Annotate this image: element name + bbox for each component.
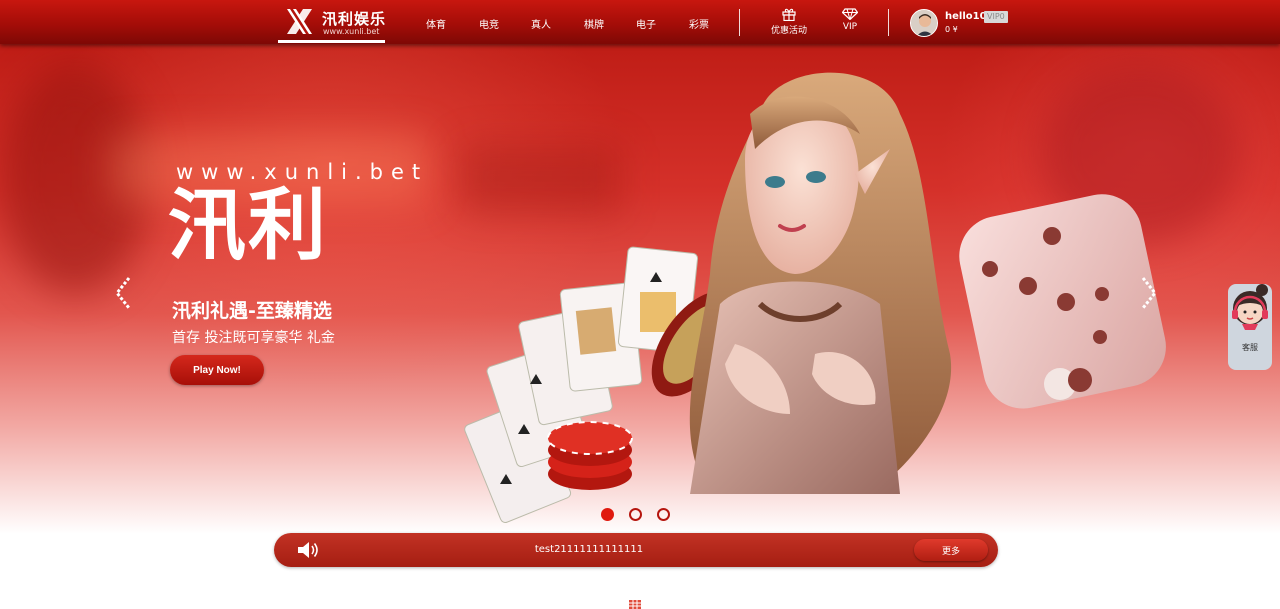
announcement-bar: test21111111111111 更多: [274, 533, 998, 567]
customer-service-label: 客服: [1242, 343, 1258, 352]
hero-banner[interactable]: www.xunli.bet 汛利 汛利礼遇-至臻精选 首存 投注既可享豪华 礼金…: [0, 44, 1280, 534]
nav-item-esports[interactable]: 电竞: [479, 16, 499, 31]
hero-subtext: 首存 投注既可享豪华 礼金: [172, 330, 335, 346]
user-avatar-icon: [911, 10, 937, 36]
nav-item-slots[interactable]: 电子: [636, 16, 656, 31]
nav-divider: [739, 9, 740, 36]
nav-item-live-casino[interactable]: 真人: [531, 16, 551, 31]
logo-url: www.xunli.bet: [323, 27, 380, 36]
username[interactable]: hello10: [945, 11, 987, 22]
slide-dot-3[interactable]: [657, 508, 670, 521]
slide-dot-1[interactable]: [601, 508, 614, 521]
hero-brand-title: 汛利: [168, 181, 329, 271]
vip-label: VIP: [842, 22, 858, 32]
vip-level-badge: VIP0: [984, 11, 1008, 23]
user-divider: [888, 9, 889, 36]
announcement-text[interactable]: test21111111111111: [274, 544, 874, 555]
next-slide-arrow-icon[interactable]: [1139, 275, 1159, 311]
slide-dot-2[interactable]: [629, 508, 642, 521]
vip-link[interactable]: VIP: [838, 8, 862, 32]
promo-label: 优惠活动: [770, 26, 807, 36]
prev-slide-arrow-icon[interactable]: [113, 275, 133, 311]
nav-item-chess-cards[interactable]: 棋牌: [584, 16, 604, 31]
diamond-icon: [842, 8, 858, 20]
nav-item-sports[interactable]: 体育: [426, 16, 446, 31]
grid-icon: [629, 600, 641, 609]
hero-illustration: [464, 72, 1166, 523]
character: [689, 72, 952, 494]
play-now-button[interactable]: Play Now!: [170, 355, 264, 385]
more-button[interactable]: 更多: [914, 539, 988, 561]
logo-x-icon: [287, 9, 312, 34]
hero-headline: 汛利礼遇-至臻精选: [172, 300, 332, 322]
logo-underline: [278, 40, 385, 43]
top-nav-bar: 汛利娱乐 www.xunli.bet 体育 电竞 真人 棋牌 电子 彩票 优惠活…: [0, 0, 1280, 44]
balance: 0 ¥: [945, 25, 958, 34]
logo[interactable]: 汛利娱乐 www.xunli.bet: [278, 0, 385, 43]
logo-name: 汛利娱乐: [322, 10, 387, 28]
slide-dots: [600, 508, 680, 522]
gift-icon: [782, 8, 796, 21]
customer-service-agent-icon: [1232, 284, 1268, 330]
customer-service-widget[interactable]: 客服: [1228, 284, 1272, 370]
avatar[interactable]: [910, 9, 938, 37]
promo-link[interactable]: 优惠活动: [768, 8, 810, 36]
nav-item-lottery[interactable]: 彩票: [689, 16, 709, 31]
